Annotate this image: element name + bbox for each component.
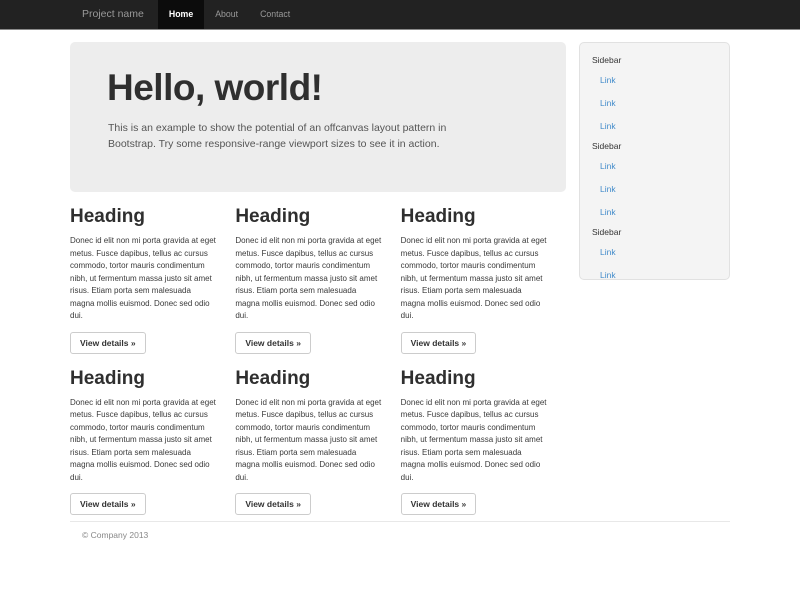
card-body-text: Donec id elit non mi porta gravida at eg… xyxy=(70,397,225,485)
main-row: Hello, world! This is an example to show… xyxy=(70,42,730,515)
sidebar-link[interactable]: Link xyxy=(580,200,729,223)
navbar-nav: Home About Contact xyxy=(158,0,301,29)
view-details-button[interactable]: View details » xyxy=(401,493,477,515)
footer: © Company 2013 xyxy=(70,521,730,550)
content-card: Heading Donec id elit non mi porta gravi… xyxy=(70,192,225,354)
card-body-text: Donec id elit non mi porta gravida at eg… xyxy=(401,235,556,323)
sidebar-link[interactable]: Link xyxy=(580,263,729,280)
card-heading: Heading xyxy=(70,368,225,390)
card-body-text: Donec id elit non mi porta gravida at eg… xyxy=(70,235,225,323)
content-card: Heading Donec id elit non mi porta gravi… xyxy=(401,192,556,354)
content-card: Heading Donec id elit non mi porta gravi… xyxy=(401,354,556,516)
sidebar-header: Sidebar xyxy=(580,51,729,68)
jumbotron-text: This is an example to show the potential… xyxy=(108,120,536,153)
card-heading: Heading xyxy=(70,206,225,228)
view-details-button[interactable]: View details » xyxy=(235,332,311,354)
view-details-button[interactable]: View details » xyxy=(235,493,311,515)
navbar-item[interactable]: Contact xyxy=(249,0,301,29)
view-details-button[interactable]: View details » xyxy=(401,332,477,354)
cards-row-2: Heading Donec id elit non mi porta gravi… xyxy=(70,354,566,516)
content-card: Heading Donec id elit non mi porta gravi… xyxy=(70,354,225,516)
sidebar-header: Sidebar xyxy=(580,223,729,240)
card-heading: Heading xyxy=(401,368,556,390)
navbar-inner: Project name Home About Contact xyxy=(60,0,740,29)
card-body-text: Donec id elit non mi porta gravida at eg… xyxy=(235,397,390,485)
content-card: Heading Donec id elit non mi porta gravi… xyxy=(235,192,390,354)
main-content: Hello, world! This is an example to show… xyxy=(70,42,566,515)
sidebar-link[interactable]: Link xyxy=(580,91,729,114)
sidebar-link[interactable]: Link xyxy=(580,177,729,200)
navbar-brand[interactable]: Project name xyxy=(60,0,158,29)
card-body-text: Donec id elit non mi porta gravida at eg… xyxy=(235,235,390,323)
sidebar-link[interactable]: Link xyxy=(580,240,729,263)
view-details-button[interactable]: View details » xyxy=(70,493,146,515)
navbar-item[interactable]: About xyxy=(204,0,249,29)
navbar-item[interactable]: Home xyxy=(158,0,204,29)
card-heading: Heading xyxy=(401,206,556,228)
copyright-text: © Company 2013 xyxy=(82,530,718,540)
card-body-text: Donec id elit non mi porta gravida at eg… xyxy=(401,397,556,485)
sidebar-link[interactable]: Link xyxy=(580,68,729,91)
cards-row-1: Heading Donec id elit non mi porta gravi… xyxy=(70,192,566,354)
sidebar: Sidebar Link Link Link Sidebar Link Link… xyxy=(579,42,730,280)
content-card: Heading Donec id elit non mi porta gravi… xyxy=(235,354,390,516)
sidebar-link[interactable]: Link xyxy=(580,114,729,137)
view-details-button[interactable]: View details » xyxy=(70,332,146,354)
sidebar-header: Sidebar xyxy=(580,137,729,154)
card-heading: Heading xyxy=(235,206,390,228)
jumbotron-title: Hello, world! xyxy=(107,68,536,109)
jumbotron: Hello, world! This is an example to show… xyxy=(70,42,566,192)
sidebar-link[interactable]: Link xyxy=(580,154,729,177)
page-container: Hello, world! This is an example to show… xyxy=(60,30,740,550)
card-heading: Heading xyxy=(235,368,390,390)
navbar: Project name Home About Contact xyxy=(0,0,800,30)
